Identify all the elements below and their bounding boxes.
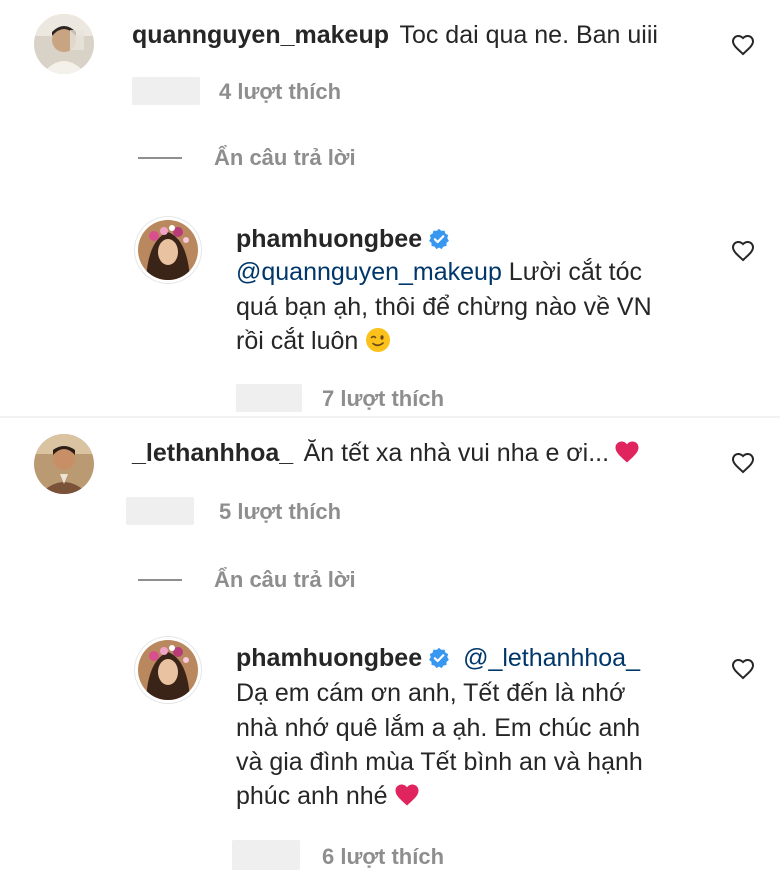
censor-box [132, 77, 200, 105]
red-heart-emoji [395, 784, 419, 806]
reply-2-header: phamhuongbee @_lethanhhoa_ [236, 644, 640, 673]
avatar-lethanhhoa[interactable] [34, 434, 94, 494]
censor-box [232, 840, 300, 870]
heart-outline-icon[interactable] [731, 451, 755, 475]
reply-2-line-2: nhà nhớ quê lắm a ạh. Em chúc anh [236, 714, 641, 742]
reply-2-likes[interactable]: 6 lượt thích [322, 844, 444, 870]
reply-2-mention[interactable]: @_lethanhhoa_ [463, 644, 640, 672]
reply-2-line-4-row: phúc anh nhé [236, 779, 420, 813]
reply-2-line-4: phúc anh nhé [236, 782, 388, 810]
wink-emoji [366, 328, 391, 352]
comment-1-body: quannguyen_makeup Toc dai qua ne. Ban ui… [132, 18, 658, 52]
heart-outline-icon[interactable] [731, 239, 755, 263]
comment-thread-2: _lethanhhoa_ Ăn tết xa nhà vui nha e ơi.… [0, 418, 780, 878]
heart-outline-icon[interactable] [731, 33, 755, 57]
reply-1-line-1: @quannguyen_makeup Lười cắt tóc [236, 255, 642, 289]
reply-2-username[interactable]: phamhuongbee [236, 644, 422, 672]
verified-badge-icon [429, 228, 450, 250]
red-heart-emoji [615, 441, 639, 463]
reply-1-line-2: quá bạn ạh, thôi để chừng nào về VN [236, 293, 652, 321]
comment-1-username[interactable]: quannguyen_makeup [132, 21, 389, 49]
avatar-quannguyen[interactable] [34, 14, 94, 74]
reply-2-line-3: và gia đình mùa Tết bình an và hạnh [236, 748, 643, 776]
comment-2-likes[interactable]: 5 lượt thích [219, 499, 341, 525]
comment-1-text: Toc dai qua ne. Ban uiii [399, 21, 658, 49]
reply-1-username[interactable]: phamhuongbee [236, 225, 422, 253]
censor-box [236, 384, 302, 412]
comment-2-username[interactable]: _lethanhhoa_ [132, 439, 293, 467]
comment-thread-1: quannguyen_makeup Toc dai qua ne. Ban ui… [0, 0, 780, 416]
heart-outline-icon[interactable] [731, 657, 755, 681]
verified-badge-icon [429, 647, 450, 669]
avatar-phamhuongbee[interactable] [138, 640, 198, 700]
reply-1-username-row: phamhuongbee [236, 225, 450, 254]
reply-2-line-1: Dạ em cám ơn anh, Tết đến là nhớ [236, 679, 626, 707]
reply-1-line-3: rồi cắt luôn [236, 327, 359, 355]
reply-1-mention[interactable]: @quannguyen_makeup [236, 258, 502, 286]
censor-box [126, 497, 194, 525]
hide-replies-line [138, 157, 182, 159]
reply-1-likes[interactable]: 7 lượt thích [322, 386, 444, 412]
hide-replies-button-1[interactable]: Ẩn câu trả lời [214, 145, 356, 171]
comment-2-text: Ăn tết xa nhà vui nha e ơi... [303, 439, 610, 467]
avatar-phamhuongbee[interactable] [138, 220, 198, 280]
reply-1-text-1: Lười cắt tóc [501, 258, 642, 286]
comment-2-body: _lethanhhoa_ Ăn tết xa nhà vui nha e ơi.… [132, 436, 640, 470]
reply-1-line-3-row: rồi cắt luôn [236, 324, 391, 358]
comment-1-likes[interactable]: 4 lượt thích [219, 79, 341, 105]
hide-replies-line [138, 579, 182, 581]
hide-replies-button-2[interactable]: Ẩn câu trả lời [214, 567, 356, 593]
